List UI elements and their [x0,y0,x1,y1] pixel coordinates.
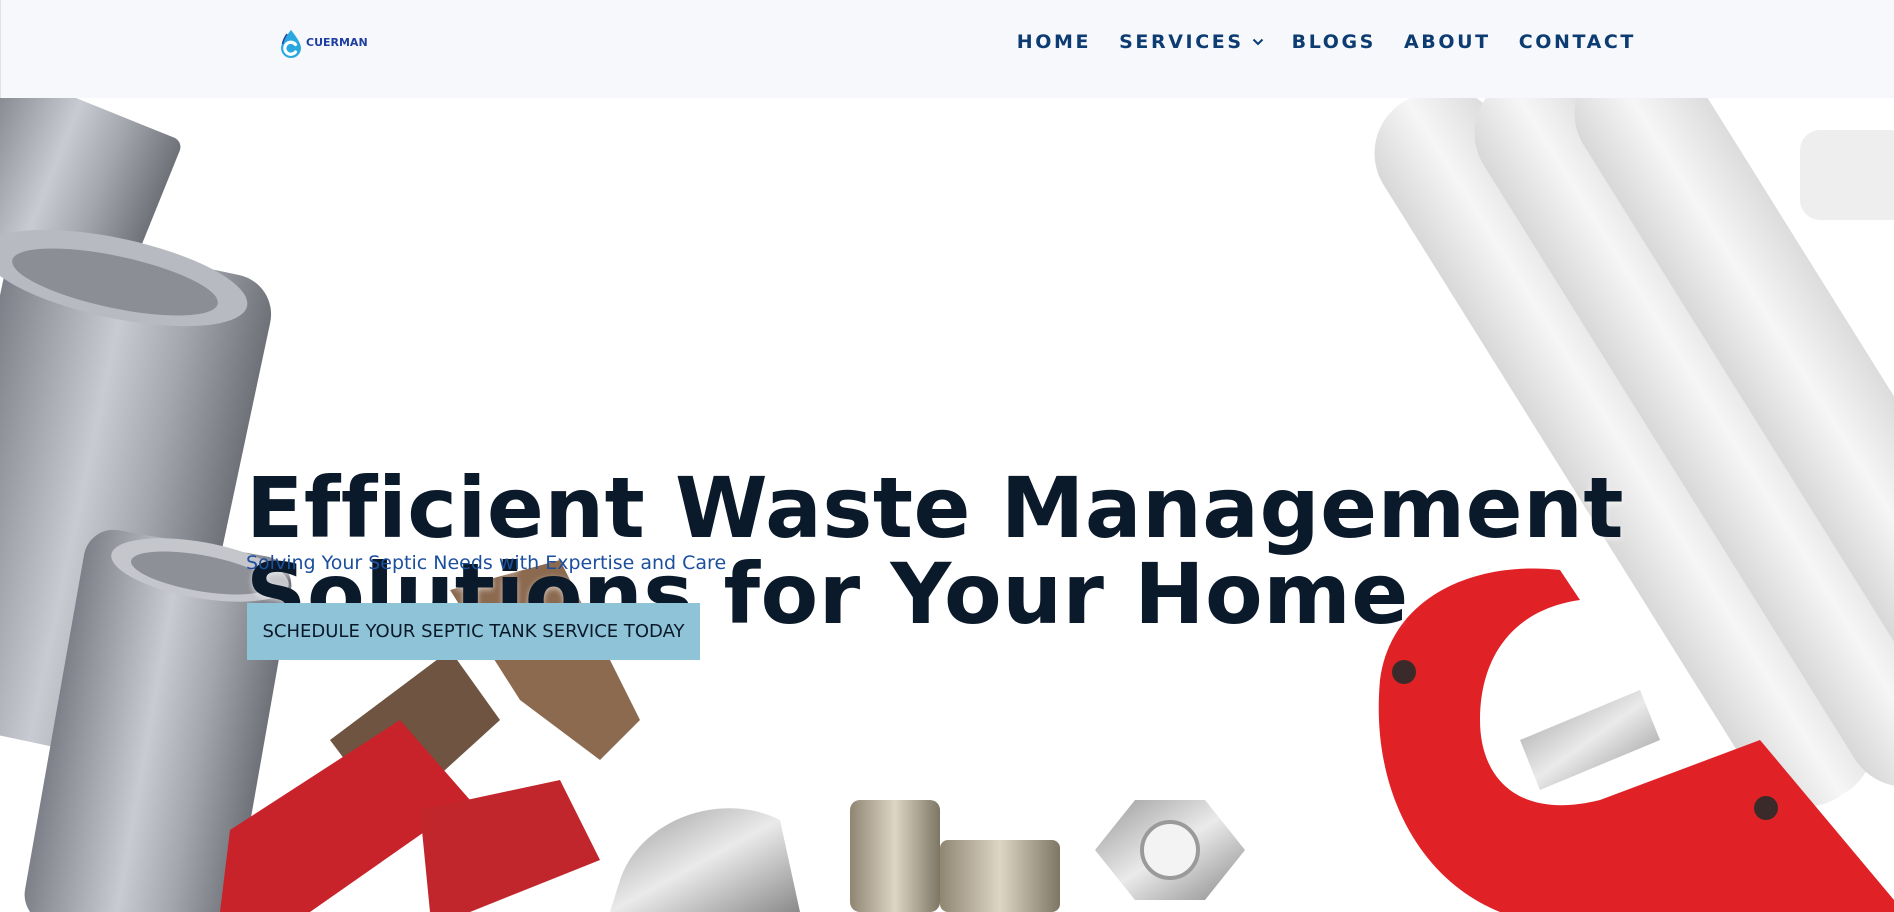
water-drop-c-icon [281,30,301,58]
nav-contact-label: CONTACT [1518,31,1636,53]
nav-about[interactable]: ABOUT [1404,31,1491,53]
nav-about-label: ABOUT [1403,31,1491,53]
hero-subtitle: Solving Your Septic Needs with Expertise… [246,552,727,574]
nav-home[interactable]: HOME [1017,31,1091,53]
site-header: CUERMAN HOME SERVICES BLOGS ABOUT CONTAC… [0,0,1894,98]
nav-blogs[interactable]: BLOGS [1292,31,1376,53]
brand-logo[interactable]: CUERMAN [279,27,368,61]
nav-blogs-label: BLOGS [1291,31,1376,53]
hero-headline-line-1: Efficient Waste Management [246,459,1625,557]
hero-section: Efficient Waste Management Solutions for… [0,98,1894,912]
nav-home-label: HOME [1016,31,1092,53]
nav-services[interactable]: SERVICES [1119,31,1263,53]
main-nav: HOME SERVICES BLOGS ABOUT CONTACT [989,31,1636,53]
brand-name: CUERMAN [306,35,368,49]
pipe-fittings [610,800,1245,912]
nav-services-label: SERVICES [1119,31,1244,53]
nav-contact[interactable]: CONTACT [1519,31,1636,53]
chevron-down-icon [1252,38,1263,46]
schedule-service-button[interactable]: SCHEDULE YOUR SEPTIC TANK SERVICE TODAY [247,603,700,660]
